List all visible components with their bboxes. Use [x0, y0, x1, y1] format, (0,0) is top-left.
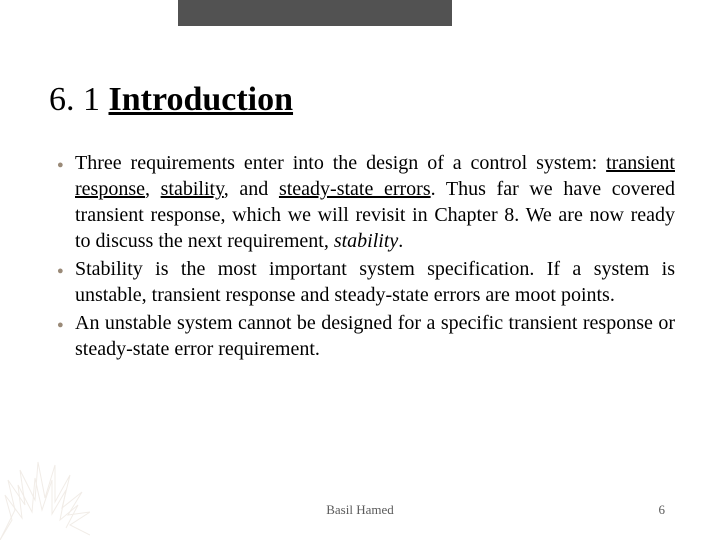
bullet-icon: ● [57, 256, 75, 284]
title-number: 6. 1 [49, 81, 109, 118]
corner-decoration [0, 450, 90, 540]
footer-page-number: 6 [659, 502, 666, 518]
list-item: ● Three requirements enter into the desi… [57, 150, 675, 254]
slide-title: 6. 1 Introduction [49, 81, 293, 118]
bullet-text: An unstable system cannot be designed fo… [75, 310, 675, 362]
list-item: ● Stability is the most important system… [57, 256, 675, 308]
title-heading: Introduction [109, 81, 294, 118]
top-decoration-bar [178, 0, 452, 26]
bullet-text: Three requirements enter into the design… [75, 150, 675, 254]
footer-author: Basil Hamed [0, 502, 720, 518]
slide-body: ● Three requirements enter into the desi… [57, 150, 675, 364]
bullet-text: Stability is the most important system s… [75, 256, 675, 308]
list-item: ● An unstable system cannot be designed … [57, 310, 675, 362]
bullet-icon: ● [57, 150, 75, 178]
bullet-icon: ● [57, 310, 75, 338]
